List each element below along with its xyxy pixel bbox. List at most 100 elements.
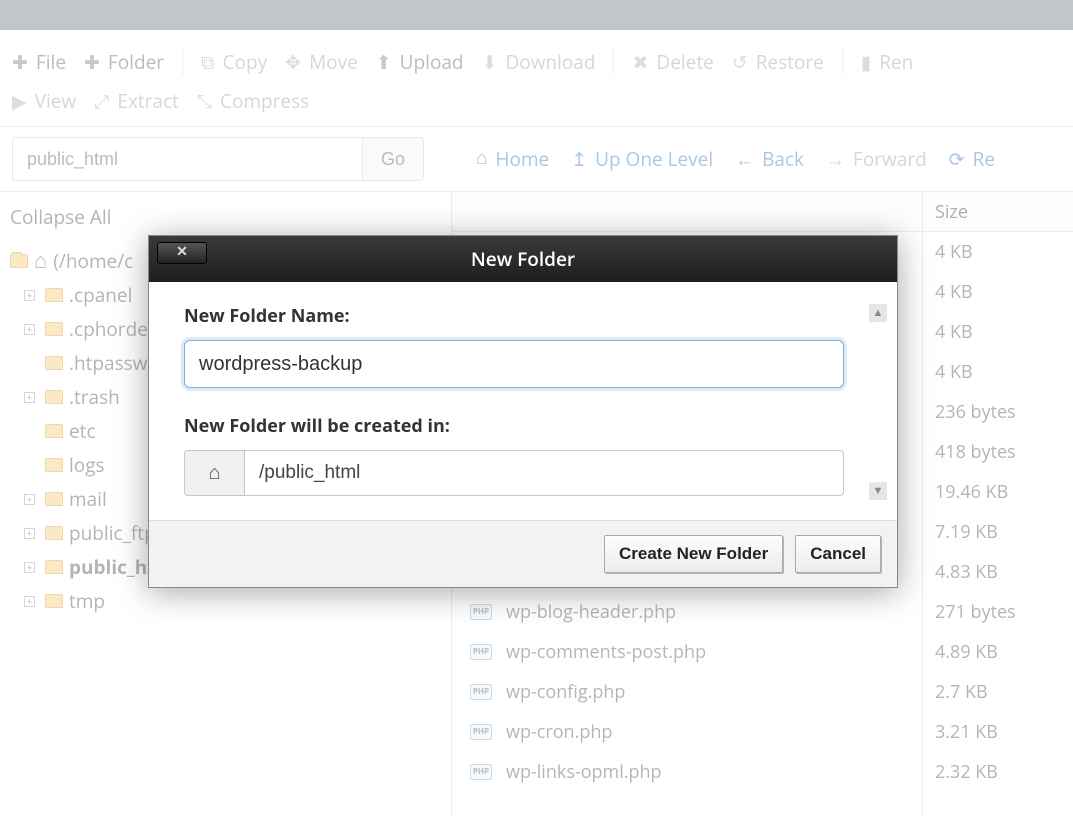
reload-icon: ⟳ [949,146,965,172]
scroll-down-icon[interactable]: ▼ [869,482,887,500]
file-name: wp-config.php [506,680,625,704]
back-link[interactable]: ←Back [735,146,804,172]
folder-name-input[interactable] [184,340,844,388]
home-icon: ⌂ [476,148,487,170]
location-input[interactable] [244,450,844,496]
reload-link[interactable]: ⟳Re [949,146,995,172]
expand-icon[interactable]: + [24,494,35,505]
dialog-title: ✕ New Folder [149,236,897,282]
new-folder-dialog: ✕ New Folder New Folder Name: New Folder… [148,235,898,588]
path-input[interactable] [12,137,362,181]
tree-item-label: mail [69,486,107,512]
expand-icon[interactable]: + [24,324,35,335]
file-size: 271 bytes [923,592,1073,632]
file-name: wp-blog-header.php [506,600,676,624]
expand-icon[interactable]: + [24,290,35,301]
file-row[interactable]: PHP wp-cron.php [452,712,922,752]
expand-icon[interactable]: + [24,392,35,403]
tree-item-label: logs [69,452,105,478]
scroll-up-icon[interactable]: ▲ [869,304,887,322]
file-size: 4.83 KB [923,552,1073,592]
file-name: wp-comments-post.php [506,640,706,664]
compress-button[interactable]: ⤡Compress [197,88,309,114]
file-name: wp-cron.php [506,720,612,744]
folder-button[interactable]: ✚Folder [84,49,164,75]
tree-item-label: .trash [69,384,120,410]
tree-item-label: .cphorde [69,316,148,342]
view-button[interactable]: ▶View [12,88,76,114]
folder-icon [45,526,63,540]
tree-item-label: .cpanel [69,282,132,308]
file-size: 4 KB [923,352,1073,392]
navbar: Go ⌂Home ↥Up One Level ←Back →Forward ⟳R… [0,127,1073,192]
extract-button[interactable]: ⤢Extract [94,88,179,114]
file-size: 19.46 KB [923,472,1073,512]
close-button[interactable]: ✕ [157,242,207,264]
folder-icon [45,390,63,404]
folder-icon [45,424,63,438]
file-row[interactable]: PHP wp-links-opml.php [452,752,922,792]
tree-item-label: .htpasswd [69,350,159,376]
file-size: 236 bytes [923,392,1073,432]
folder-icon [45,560,63,574]
location-home-icon[interactable]: ⌂ [184,450,244,496]
file-name: wp-links-opml.php [506,760,662,784]
go-button[interactable]: Go [362,137,424,181]
tree-item-label: tmp [69,588,105,614]
expand-icon[interactable]: + [24,528,35,539]
file-size: 4 KB [923,232,1073,272]
forward-icon: → [826,146,845,172]
copy-button[interactable]: ⧉Copy [201,49,267,75]
folder-icon [45,288,63,302]
tree-item-label: etc [69,418,96,444]
file-row[interactable]: PHPwp-config.php [452,672,922,712]
up-icon: ↥ [571,146,587,172]
file-size: 2.32 KB [923,752,1073,792]
file-size: 2.7 KB [923,672,1073,712]
file-row[interactable]: PHP wp-blog-header.php [452,592,922,632]
collapse-all-link[interactable]: Collapse All [10,204,441,230]
name-header[interactable] [452,192,922,232]
rename-button[interactable]: ▮Ren [861,49,914,75]
file-row[interactable]: PHP wp-comments-post.php [452,632,922,672]
file-size: 4 KB [923,272,1073,312]
php-file-icon: PHP [470,763,492,781]
window-titlebar [0,0,1073,30]
dialog-scrollbar[interactable]: ▲ ▼ [869,304,887,504]
folder-icon [45,594,63,608]
folder-icon [45,356,63,370]
home-link[interactable]: ⌂Home [476,146,549,172]
file-size: 4 KB [923,312,1073,352]
name-label: New Folder Name: [184,304,862,328]
size-header[interactable]: Size [923,192,1073,232]
folder-icon [45,492,63,506]
file-size: 4.89 KB [923,632,1073,672]
forward-link[interactable]: →Forward [826,146,927,172]
create-folder-button[interactable]: Create New Folder [604,535,783,573]
move-button[interactable]: ✥Move [285,49,358,75]
upload-button[interactable]: ⬆Upload [376,49,464,75]
php-file-icon: PHP [470,723,492,741]
folder-icon [45,322,63,336]
delete-button[interactable]: ✖Delete [632,49,713,75]
home-icon: ⌂ [34,248,47,274]
file-button[interactable]: ✚File [12,49,66,75]
back-icon: ← [735,146,754,172]
location-label: New Folder will be created in: [184,414,862,438]
restore-button[interactable]: ↺Restore [732,49,824,75]
php-file-icon: PHP [470,603,492,621]
file-size: 418 bytes [923,432,1073,472]
toolbar: ✚File ✚Folder ⧉Copy ✥Move ⬆Upload ⬇Downl… [0,30,1073,127]
tree-item-label: public_ftp [69,520,156,546]
folder-open-icon [10,254,28,268]
file-size: 3.21 KB [923,712,1073,752]
php-file-icon: PHP [470,643,492,661]
expand-icon[interactable]: + [24,596,35,607]
up-link[interactable]: ↥Up One Level [571,146,713,172]
file-size: 7.19 KB [923,512,1073,552]
folder-icon [45,458,63,472]
download-button[interactable]: ⬇Download [482,49,596,75]
tree-item[interactable]: + tmp [10,584,441,618]
cancel-button[interactable]: Cancel [795,535,881,573]
expand-icon[interactable]: + [24,562,35,573]
